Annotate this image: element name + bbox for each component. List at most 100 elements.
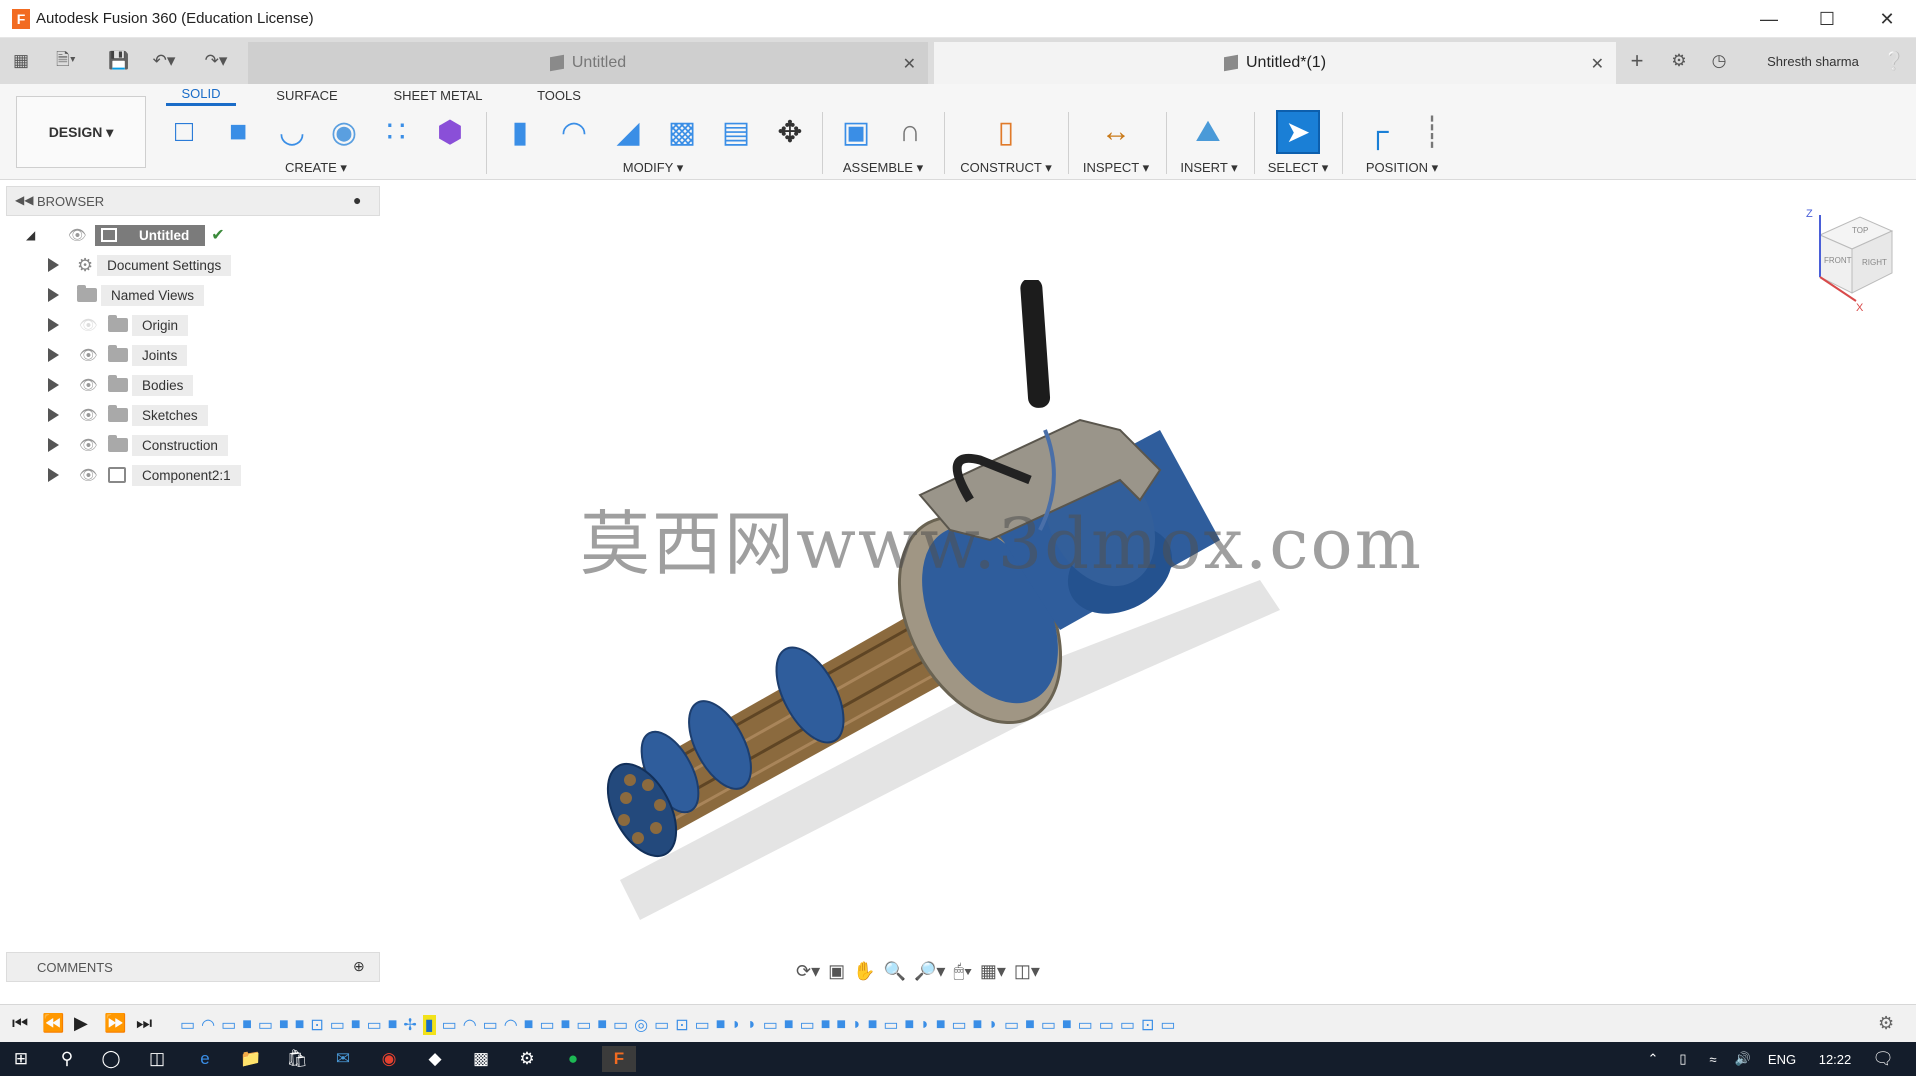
tree-item-component[interactable]: 👁 Component2:1 [48, 462, 388, 488]
capture-position-icon[interactable]: ┌ [1356, 110, 1400, 154]
close-tab-icon[interactable]: ✕ [903, 54, 916, 74]
collapse-icon[interactable]: ◢ [26, 228, 42, 242]
add-comment-icon[interactable]: ⊕ [353, 958, 365, 975]
timeline-feature-icon[interactable]: ■ [351, 1016, 361, 1034]
timeline-next-icon[interactable]: ⏩ [104, 1013, 126, 1034]
timeline-feature-icon[interactable]: ▭ [539, 1015, 554, 1035]
select-icon[interactable]: ➤ [1276, 110, 1320, 154]
visibility-eye-icon[interactable]: 👁 [68, 226, 87, 244]
group-position[interactable]: POSITION ▾ [1362, 160, 1442, 176]
insert-image-icon[interactable]: ⛰ [1186, 110, 1230, 154]
timeline-feature-icon[interactable]: ▭ [1004, 1015, 1019, 1035]
timeline-feature-icon[interactable]: ▭ [576, 1015, 591, 1035]
timeline-feature-icon[interactable]: ◗ [988, 1016, 998, 1034]
revert-position-icon[interactable]: ┊ [1410, 110, 1454, 154]
expand-icon[interactable] [48, 408, 59, 422]
search-icon[interactable]: ⚲ [50, 1046, 84, 1072]
mail-icon[interactable]: ✉ [326, 1046, 360, 1072]
timeline-feature-icon[interactable]: ▭ [654, 1015, 669, 1035]
viewports-icon[interactable]: ◫▾ [1014, 961, 1040, 982]
timeline-feature-icon[interactable]: ◗ [852, 1016, 862, 1034]
expand-icon[interactable] [48, 378, 59, 392]
grid-settings-icon[interactable]: ▦▾ [980, 961, 1006, 982]
cortana-icon[interactable]: ◯ [94, 1046, 128, 1072]
clock[interactable]: 12:22 [1808, 1046, 1862, 1072]
timeline-feature-icon[interactable]: ■ [295, 1016, 305, 1034]
tab-tools[interactable]: TOOLS [524, 84, 594, 106]
fusion-taskbar-icon[interactable]: F [602, 1046, 636, 1072]
expand-icon[interactable] [48, 468, 59, 482]
joint-icon[interactable]: ∩ [888, 110, 932, 154]
tree-item-origin[interactable]: 👁 Origin [48, 312, 388, 338]
fit-icon[interactable]: 🔎▾ [914, 961, 945, 982]
browser-minimize-icon[interactable]: ● [353, 192, 361, 208]
timeline-feature-icon[interactable]: ▭ [1078, 1015, 1093, 1035]
visibility-eye-icon[interactable]: 👁 [79, 406, 98, 424]
data-panel-grid-icon[interactable]: ▦ [8, 48, 34, 74]
timeline-feature-icon[interactable]: ■ [279, 1016, 289, 1034]
user-name[interactable]: Shresth sharma [1748, 48, 1878, 74]
timeline-feature-icon[interactable]: ▭ [483, 1015, 498, 1035]
new-tab-plus-icon[interactable]: + [1622, 48, 1652, 74]
extrude-icon[interactable]: ■ [216, 110, 260, 154]
visibility-eye-icon[interactable]: 👁 [79, 436, 98, 454]
timeline-feature-icon[interactable]: ■ [784, 1016, 794, 1034]
group-inspect[interactable]: INSPECT ▾ [1080, 160, 1152, 176]
file-explorer-icon[interactable]: 📁 [234, 1046, 268, 1072]
timeline-feature-icon[interactable]: ■ [561, 1016, 571, 1034]
windows-start-icon[interactable]: ⊞ [4, 1046, 38, 1072]
group-select[interactable]: SELECT ▾ [1264, 160, 1332, 176]
root-component-chip[interactable]: Untitled [95, 224, 206, 246]
design-workspace-button[interactable]: DESIGN ▾ [16, 96, 146, 168]
chamfer-icon[interactable]: ◢ [606, 110, 650, 154]
file-menu-icon[interactable]: 🗎▾ [48, 48, 84, 74]
activate-check-icon[interactable]: ✔ [211, 225, 224, 245]
tab-sheet-metal[interactable]: SHEET METAL [388, 84, 488, 106]
offset-plane-icon[interactable]: ▯ [984, 110, 1028, 154]
timeline-prev-icon[interactable]: ⏪ [42, 1013, 64, 1034]
timeline-feature-icon[interactable]: ◠ [504, 1015, 518, 1035]
expand-icon[interactable] [48, 318, 59, 332]
timeline-feature-icon[interactable]: ■ [716, 1016, 726, 1034]
battery-icon[interactable]: ▯ [1666, 1046, 1700, 1072]
timeline-feature-icon[interactable]: ▭ [695, 1015, 710, 1035]
expand-icon[interactable] [48, 258, 59, 272]
timeline-feature-icon[interactable]: ▭ [442, 1015, 457, 1035]
wifi-icon[interactable]: ≈ [1696, 1046, 1730, 1072]
timeline-feature-icon[interactable]: ✢ [403, 1015, 416, 1035]
display-settings-icon[interactable]: 🖱▾ [953, 961, 971, 982]
tab-solid[interactable]: SOLID [166, 84, 236, 106]
game-app-icon[interactable]: ◆ [418, 1046, 452, 1072]
volume-icon[interactable]: 🔊 [1726, 1046, 1760, 1072]
tray-chevron-icon[interactable]: ⌃ [1636, 1046, 1670, 1072]
timeline-feature-icon[interactable]: ■ [1025, 1016, 1035, 1034]
language-indicator[interactable]: ENG [1760, 1046, 1804, 1072]
tree-item-named-views[interactable]: Named Views [48, 282, 388, 308]
timeline-feature-icon[interactable]: ▭ [258, 1015, 273, 1035]
tab-untitled-1[interactable]: Untitled*(1) ✕ [934, 42, 1616, 84]
save-icon[interactable]: 💾 [106, 48, 132, 74]
close-tab-icon[interactable]: ✕ [1591, 54, 1604, 74]
timeline-feature-icon[interactable]: ◠ [463, 1015, 477, 1035]
job-status-icon[interactable]: ⚙ [1664, 48, 1694, 74]
expand-icon[interactable] [48, 288, 59, 302]
help-icon[interactable]: ❔ [1880, 48, 1908, 74]
undo-icon[interactable]: ↶▾ [146, 48, 182, 74]
timeline-feature-icon[interactable]: ◗ [747, 1016, 757, 1034]
chrome-icon[interactable]: ◉ [372, 1046, 406, 1072]
timeline-feature-icon[interactable]: ▭ [1160, 1015, 1175, 1035]
tree-item-sketches[interactable]: 👁 Sketches [48, 402, 388, 428]
view-cube[interactable]: TOP FRONT RIGHT Z X [1800, 205, 1900, 315]
expand-icon[interactable] [48, 348, 59, 362]
group-assemble[interactable]: ASSEMBLE ▾ [838, 160, 928, 176]
group-construct[interactable]: CONSTRUCT ▾ [958, 160, 1054, 176]
timeline-feature-icon[interactable]: ■ [597, 1016, 607, 1034]
tab-untitled[interactable]: Untitled ✕ [248, 42, 928, 84]
timeline-feature-icon[interactable]: ▭ [180, 1015, 195, 1035]
shell-icon[interactable]: ▩ [660, 110, 704, 154]
combine-icon[interactable]: ▤ [714, 110, 758, 154]
timeline-start-icon[interactable]: ⏮ [12, 1013, 28, 1034]
visibility-eye-icon[interactable]: 👁 [79, 466, 98, 484]
store-icon[interactable]: 🛍 [280, 1046, 314, 1072]
timeline-feature-icon[interactable]: ▭ [763, 1015, 778, 1035]
